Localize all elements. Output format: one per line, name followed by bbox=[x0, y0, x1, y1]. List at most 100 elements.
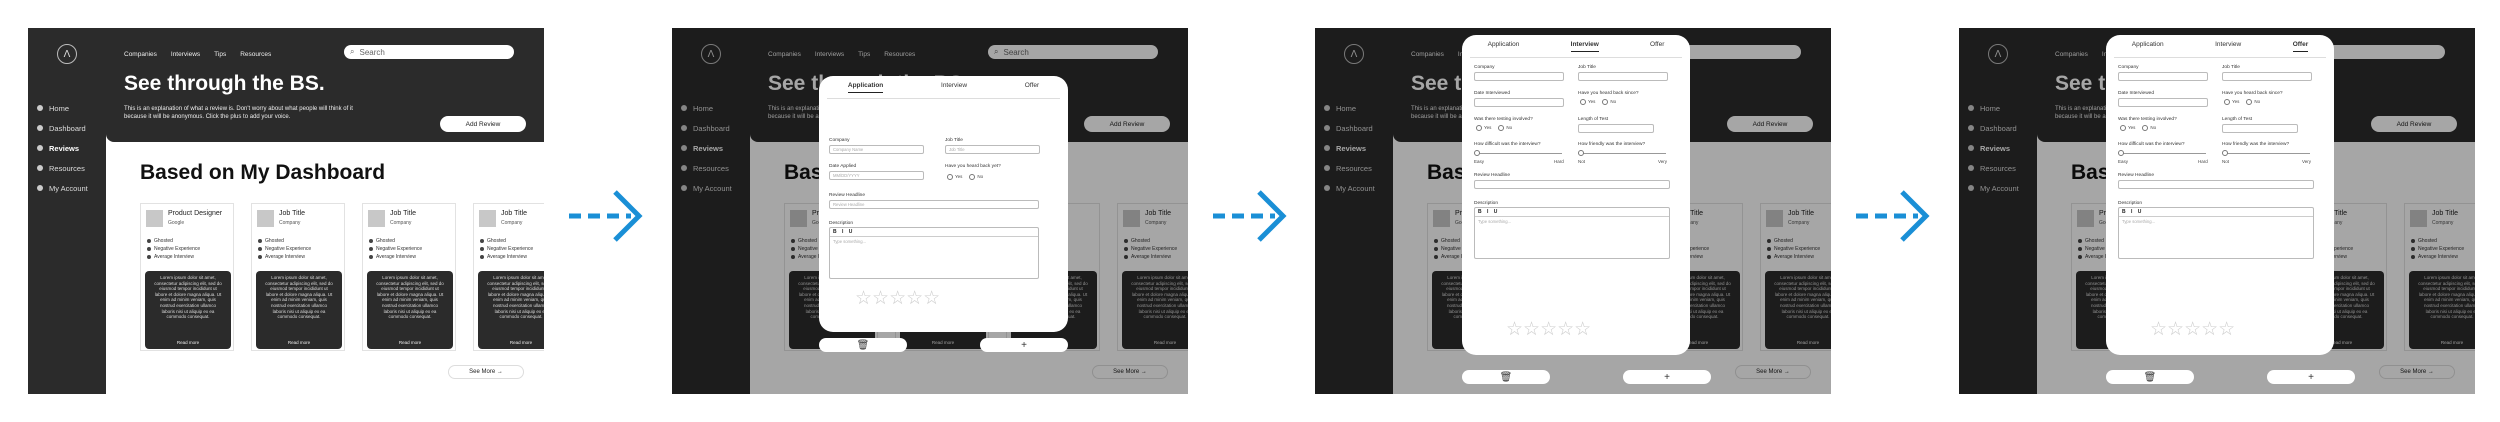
radio-option[interactable]: Yes bbox=[2224, 99, 2239, 105]
review-headline-input[interactable]: Review Headline bbox=[829, 200, 1039, 209]
sidebar-item-home[interactable]: Home bbox=[37, 98, 88, 118]
job-title-label: Job Title bbox=[1578, 65, 1596, 70]
tag-label: Negative Experience bbox=[154, 246, 201, 252]
testing-radios[interactable]: Yes No bbox=[1476, 125, 1512, 131]
sidebar-item-label: Home bbox=[49, 103, 70, 113]
review-headline-input[interactable] bbox=[2118, 180, 2314, 189]
add-button[interactable]: + bbox=[1623, 370, 1711, 384]
nav-link-interviews[interactable]: Interviews bbox=[171, 51, 200, 58]
review-headline-input[interactable] bbox=[1474, 180, 1670, 189]
radio-option[interactable]: No bbox=[969, 174, 983, 180]
radio-option[interactable]: Yes bbox=[1476, 125, 1491, 131]
star-rating[interactable]: ☆☆☆☆☆ bbox=[2150, 320, 2235, 339]
add-button[interactable]: + bbox=[980, 338, 1068, 352]
add-review-button[interactable]: Add Review bbox=[440, 116, 526, 132]
date-input[interactable] bbox=[1474, 98, 1564, 107]
nav-dot-icon bbox=[37, 125, 43, 131]
tab-interview[interactable]: Interview bbox=[941, 82, 967, 93]
read-more-link[interactable]: Read more bbox=[256, 340, 342, 346]
tab-offer[interactable]: Offer bbox=[1025, 82, 1039, 93]
sidebar-item-my-account[interactable]: My Account bbox=[37, 178, 88, 198]
test-length-input[interactable] bbox=[1578, 124, 1654, 133]
tab-divider bbox=[2114, 57, 2326, 58]
tab-divider bbox=[827, 98, 1060, 99]
slider-knob[interactable] bbox=[1474, 150, 1480, 156]
radio-option[interactable]: No bbox=[2142, 125, 2156, 131]
review-card[interactable]: Job Title Company Ghosted Negative Experien… bbox=[362, 203, 456, 351]
heard-back-radios[interactable]: Yes No bbox=[947, 174, 983, 180]
difficulty-label: How difficult was the interview? bbox=[1474, 142, 1541, 147]
description-label: Description bbox=[1474, 201, 1498, 206]
slider-knob[interactable] bbox=[2222, 150, 2228, 156]
sidebar-item-reviews[interactable]: Reviews bbox=[37, 138, 88, 158]
search-input[interactable]: ⌕ Search bbox=[344, 45, 514, 59]
job-title-input[interactable] bbox=[2222, 72, 2312, 81]
nav-dot-icon bbox=[37, 105, 43, 111]
description-field[interactable]: B I U Type something... bbox=[1474, 207, 1670, 259]
heard-back-radios[interactable]: Yes No bbox=[1580, 99, 1616, 105]
tab-application[interactable]: Application bbox=[847, 82, 884, 93]
radio-option[interactable]: No bbox=[1602, 99, 1616, 105]
plus-icon: + bbox=[1664, 371, 1670, 383]
sidebar-item-resources[interactable]: Resources bbox=[37, 158, 88, 178]
slider-knob[interactable] bbox=[1578, 150, 1584, 156]
card-title: Product Designer bbox=[168, 210, 223, 217]
radio-option[interactable]: Yes bbox=[1580, 99, 1595, 105]
heard-back-radios[interactable]: Yes No bbox=[2224, 99, 2260, 105]
card-title: Job Title bbox=[501, 210, 528, 217]
friendliness-slider[interactable] bbox=[1578, 150, 1666, 156]
radio-option[interactable]: Yes bbox=[2120, 125, 2135, 131]
review-card[interactable]: Product Designer Google Ghosted Negative Ex… bbox=[140, 203, 234, 351]
tab-offer[interactable]: Offer bbox=[1650, 41, 1664, 52]
sidebar-item-dashboard[interactable]: Dashboard bbox=[37, 118, 88, 138]
radio-option[interactable]: Yes bbox=[947, 174, 962, 180]
description-field[interactable]: B I U Type something... bbox=[829, 227, 1039, 279]
date-applied-input[interactable]: MM/DD/YYYY bbox=[829, 171, 924, 180]
test-length-input[interactable] bbox=[2222, 124, 2298, 133]
tab-offer[interactable]: Offer bbox=[2292, 41, 2309, 52]
star-rating[interactable]: ☆☆☆☆☆ bbox=[855, 289, 940, 308]
tab-divider bbox=[1470, 57, 1682, 58]
tag-label: Ghosted bbox=[376, 238, 395, 244]
nav-link-resources[interactable]: Resources bbox=[240, 51, 271, 58]
nav-link-tips[interactable]: Tips bbox=[214, 51, 226, 58]
add-button[interactable]: + bbox=[2267, 370, 2355, 384]
slider-knob[interactable] bbox=[2118, 150, 2124, 156]
company-input[interactable] bbox=[1474, 72, 1564, 81]
friendliness-slider[interactable] bbox=[2222, 150, 2310, 156]
review-card[interactable]: Job Title Company Ghosted Negative Experien… bbox=[473, 203, 544, 351]
text-format-toolbar[interactable]: B I U bbox=[2119, 208, 2313, 217]
read-more-link[interactable]: Read more bbox=[367, 340, 453, 346]
testing-radios[interactable]: Yes No bbox=[2120, 125, 2156, 131]
description-field[interactable]: B I U Type something... bbox=[2118, 207, 2314, 259]
read-more-link[interactable]: Read more bbox=[478, 340, 544, 346]
difficulty-slider[interactable] bbox=[2118, 150, 2206, 156]
star-rating[interactable]: ☆☆☆☆☆ bbox=[1506, 320, 1591, 339]
company-input[interactable]: Company Name bbox=[829, 145, 924, 154]
tab-application[interactable]: Application bbox=[1488, 41, 1520, 52]
date-label: Date Interviewed bbox=[2118, 91, 2154, 96]
radio-option[interactable]: No bbox=[1498, 125, 1512, 131]
tab-interview[interactable]: Interview bbox=[1570, 41, 1599, 52]
delete-button[interactable]: 🗑 bbox=[1462, 370, 1550, 384]
delete-button[interactable]: 🗑 bbox=[2106, 370, 2194, 384]
see-more-button[interactable]: See More → bbox=[448, 365, 524, 379]
text-format-toolbar[interactable]: B I U bbox=[830, 228, 1038, 237]
text-format-toolbar[interactable]: B I U bbox=[1475, 208, 1669, 217]
company-input[interactable] bbox=[2118, 72, 2208, 81]
testing-label: Was there testing involved? bbox=[2118, 117, 2177, 122]
sidebar-item-label: Dashboard bbox=[49, 123, 86, 133]
read-more-link[interactable]: Read more bbox=[145, 340, 231, 346]
difficulty-slider[interactable] bbox=[1474, 150, 1562, 156]
review-card[interactable]: Job Title Company Ghosted Negative Experien… bbox=[251, 203, 345, 351]
job-title-input[interactable] bbox=[1578, 72, 1668, 81]
delete-button[interactable]: 🗑 bbox=[819, 338, 907, 352]
tab-interview[interactable]: Interview bbox=[2215, 41, 2241, 52]
job-title-input[interactable]: Job Title bbox=[945, 145, 1040, 154]
tag-dot-icon bbox=[480, 239, 484, 243]
date-input[interactable] bbox=[2118, 98, 2208, 107]
card-tags: Ghosted Negative Experience Average Interv… bbox=[480, 237, 533, 261]
tab-application[interactable]: Application bbox=[2132, 41, 2164, 52]
nav-link-companies[interactable]: Companies bbox=[124, 51, 157, 58]
radio-option[interactable]: No bbox=[2246, 99, 2260, 105]
